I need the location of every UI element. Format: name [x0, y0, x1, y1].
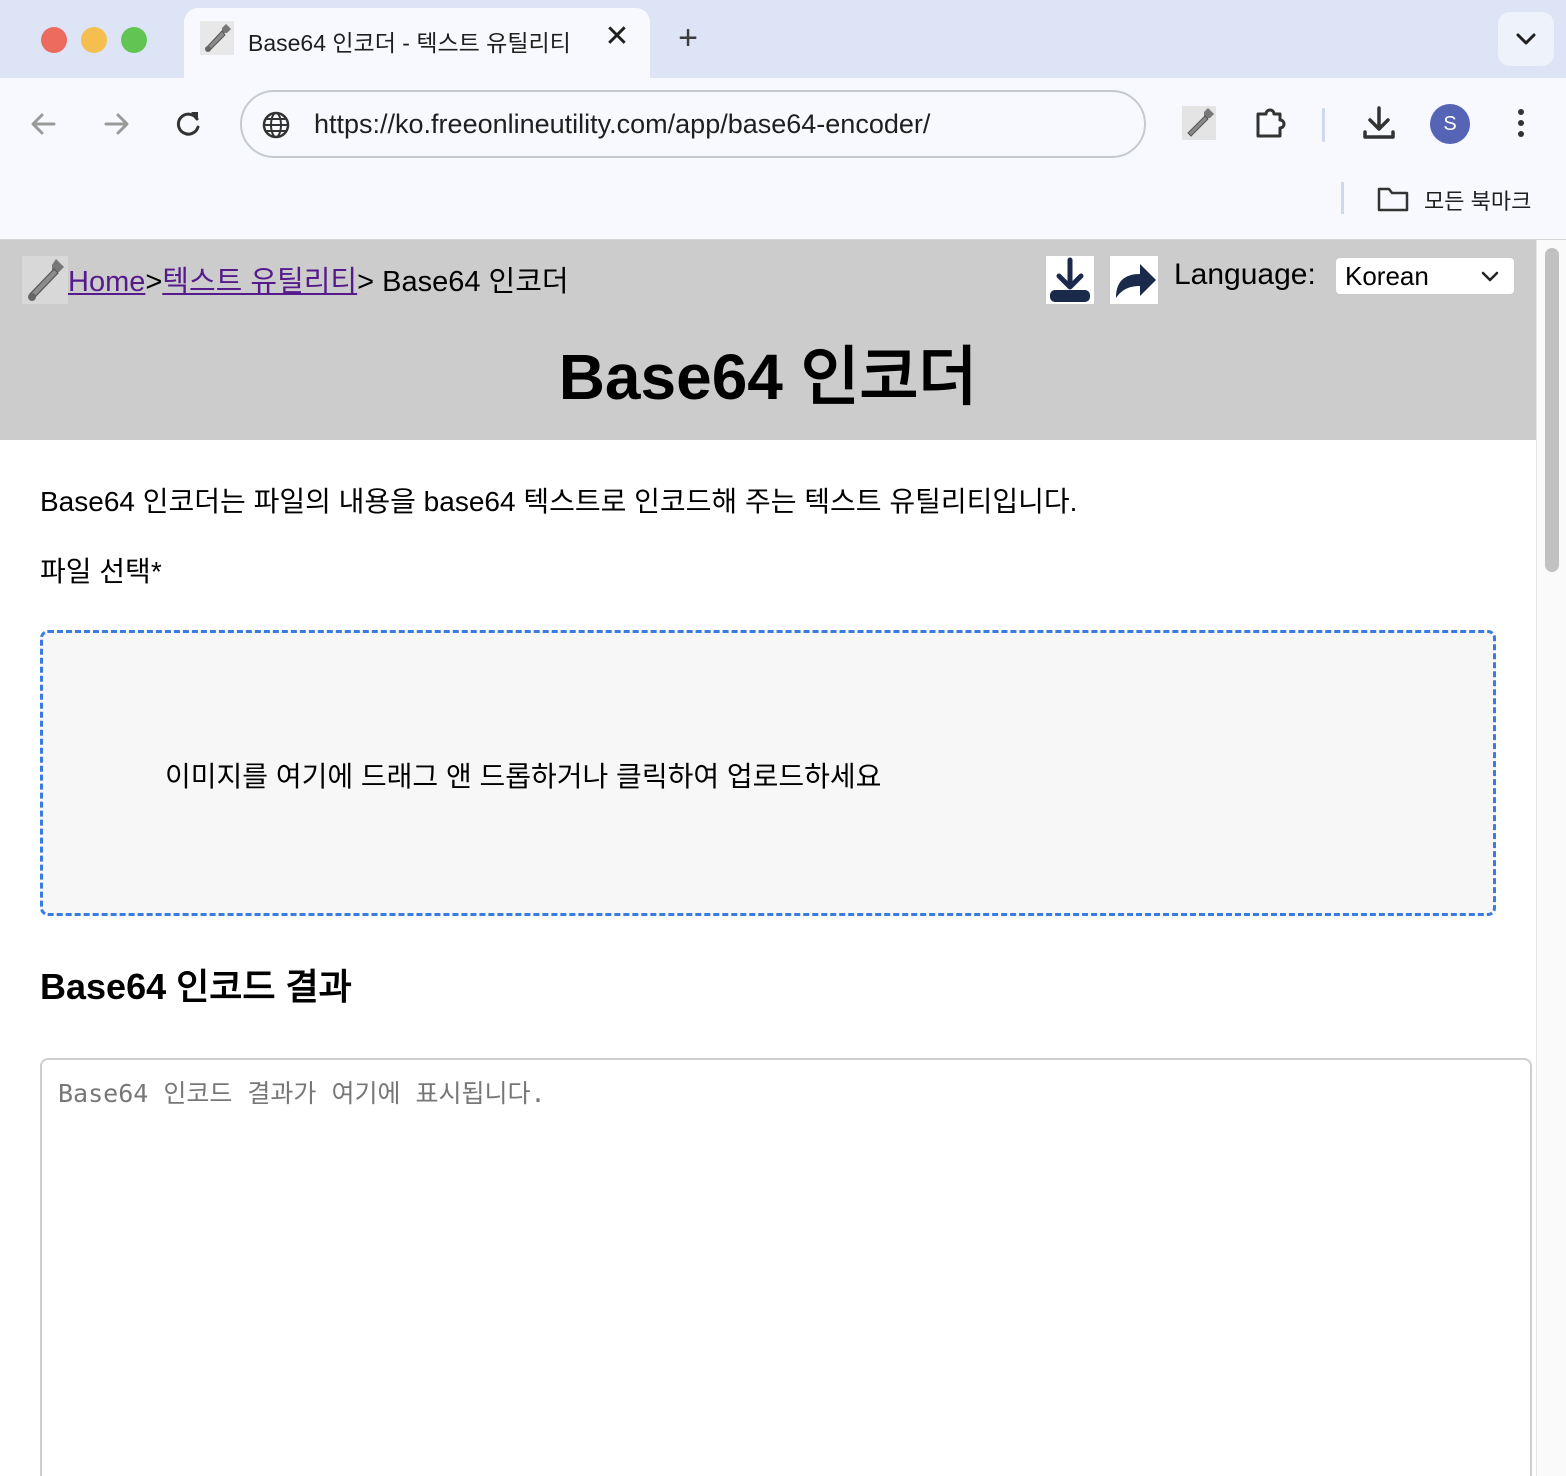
extensions-button[interactable] [1248, 100, 1294, 146]
language-select[interactable]: Korean [1336, 258, 1514, 294]
page-title: Base64 인코더 [558, 341, 978, 413]
share-button[interactable] [1110, 256, 1158, 304]
download-icon [1050, 257, 1090, 302]
bookmark-bar: 모든 북마크 [0, 170, 1566, 240]
dropzone-text: 이미지를 여기에 드래그 앤 드롭하거나 클릭하여 업로드하세요 [165, 761, 882, 792]
result-heading: Base64 인코드 결과 [40, 966, 352, 1007]
result-output-textarea[interactable] [40, 1058, 1532, 1476]
close-window-button[interactable] [41, 27, 67, 53]
tab-active[interactable]: Base64 인코더 - 텍스트 유틸리티 ✕ [184, 8, 650, 78]
minimize-window-button[interactable] [81, 27, 107, 53]
profile-avatar[interactable]: S [1430, 104, 1470, 144]
close-tab-icon[interactable]: ✕ [602, 22, 632, 52]
downloads-button[interactable] [1356, 100, 1402, 146]
intro-text: Base64 인코더는 파일의 내용을 base64 텍스트로 인코드해 주는 … [40, 486, 1078, 517]
file-select-label: 파일 선택* [40, 556, 162, 587]
browser-toolbar: https://ko.freeonlineutility.com/app/bas… [0, 78, 1566, 170]
page-viewport: Home>텍스트 유틸리티> Base64 인코더 Language: Kore… [0, 240, 1566, 1476]
back-button[interactable] [22, 102, 66, 146]
site-header: Home>텍스트 유틸리티> Base64 인코더 Language: Kore… [0, 240, 1536, 440]
puzzle-icon [1256, 108, 1286, 138]
wrench-logo-icon[interactable] [22, 256, 68, 304]
tab-strip: Base64 인코더 - 텍스트 유틸리티 ✕ + [0, 0, 1566, 78]
breadcrumb-separator: > [357, 266, 383, 298]
forward-button[interactable] [94, 102, 138, 146]
breadcrumb-category-link[interactable]: 텍스트 유틸리티 [162, 266, 357, 298]
more-vertical-icon [1518, 109, 1524, 137]
breadcrumb-current: Base64 인코더 [382, 266, 569, 298]
bookmark-separator [1341, 182, 1344, 214]
url-text: https://ko.freeonlineutility.com/app/bas… [314, 109, 931, 139]
globe-icon [262, 111, 290, 139]
folder-icon[interactable] [1376, 184, 1410, 214]
breadcrumb-home-link[interactable]: Home [68, 266, 145, 298]
arrow-left-icon [31, 113, 56, 135]
tab-search-button[interactable] [1498, 12, 1554, 66]
reload-button[interactable] [166, 102, 210, 146]
scrollbar[interactable] [1536, 240, 1566, 1476]
menu-button[interactable] [1498, 100, 1544, 146]
file-dropzone[interactable]: 이미지를 여기에 드래그 앤 드롭하거나 클릭하여 업로드하세요 [40, 630, 1496, 916]
breadcrumb: Home>텍스트 유틸리티> Base64 인코더 [68, 258, 569, 300]
wrench-icon [1182, 106, 1216, 140]
chevron-down-icon [1481, 271, 1499, 282]
chevron-down-icon [1516, 33, 1536, 45]
wrench-icon [200, 21, 234, 55]
maximize-window-button[interactable] [121, 27, 147, 53]
all-bookmarks-link[interactable]: 모든 북마크 [1424, 184, 1531, 216]
tab-title: Base64 인코더 - 텍스트 유틸리티 [248, 30, 571, 56]
reload-icon [176, 112, 200, 136]
new-tab-button[interactable]: + [670, 20, 706, 56]
install-button[interactable] [1046, 256, 1094, 304]
extension-wrench-button[interactable] [1176, 100, 1222, 146]
scrollbar-thumb[interactable] [1545, 248, 1559, 572]
arrow-right-icon [104, 113, 129, 135]
language-label: Language: [1174, 258, 1316, 291]
download-icon [1363, 106, 1395, 139]
breadcrumb-separator: > [145, 266, 163, 298]
address-bar[interactable]: https://ko.freeonlineutility.com/app/bas… [240, 90, 1146, 158]
share-arrow-icon [1116, 264, 1156, 298]
toolbar-separator [1322, 108, 1325, 142]
language-select-value: Korean [1345, 261, 1429, 291]
